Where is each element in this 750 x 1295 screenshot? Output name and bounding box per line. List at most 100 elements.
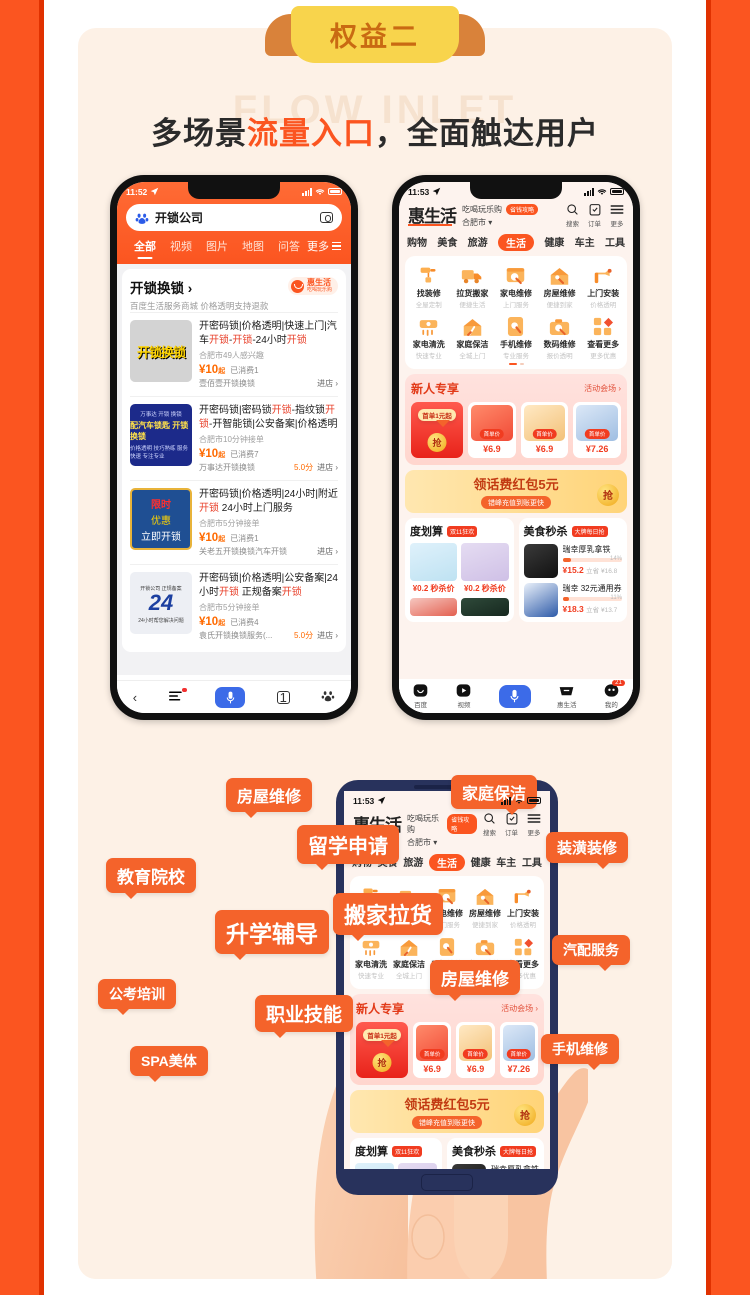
voice-mic-icon[interactable] [215, 686, 246, 708]
result-item[interactable]: 限时 优惠 立即开锁 开密码锁|价格透明|24小时|附近开锁 24小时上门服务 … [130, 480, 338, 564]
search-results-body[interactable]: 开锁换锁 › 百度生活服务商城 价格透明支持退款 惠生活 吃喝玩乐购 开锁换锁 … [117, 264, 351, 675]
tab-qa[interactable]: 问答 [271, 238, 307, 259]
city-selector[interactable]: 合肥市 ▾ [462, 217, 560, 228]
redpacket-banner[interactable]: 领话费红包5元 错峰充值到账更快 抢 [405, 470, 627, 513]
result-item[interactable]: 开锁换锁 开密码锁|价格透明|快速上门|汽车开锁-开锁-24小时开锁 合肥市49… [130, 312, 338, 396]
tab-more[interactable]: 更多 [307, 238, 341, 259]
tag-spa-beauty[interactable]: SPA美体 [130, 1046, 208, 1082]
more-action[interactable]: 更多 [527, 811, 541, 837]
cat-shopping[interactable]: 购物 [407, 234, 427, 251]
menu-icon[interactable] [168, 687, 187, 705]
grid-item-appliance-clean[interactable]: 家电清洗 快速专业 [407, 313, 451, 360]
deal-item[interactable] [355, 1163, 394, 1169]
enter-shop-link[interactable]: 进店 › [317, 630, 338, 641]
flash-image [523, 544, 558, 578]
tab-image[interactable]: 图片 [199, 238, 235, 259]
deal-item[interactable]: ¥0.2 秒杀价 [410, 543, 458, 594]
tag-auto-parts-service[interactable]: 汽配服务 [552, 935, 630, 971]
grid-item-home-clean[interactable]: 家庭保洁 全城上门 [451, 313, 495, 360]
cat-tools[interactable]: 工具 [605, 234, 625, 251]
back-icon[interactable]: ‹ [133, 690, 137, 705]
grid-item-phone-repair[interactable]: 手机维修 专业服务 [494, 313, 538, 360]
enter-shop-link[interactable]: 进店 › [317, 462, 338, 473]
tab-all[interactable]: 全部 [127, 238, 163, 259]
search-action[interactable]: 搜索 [566, 202, 579, 228]
cat-travel[interactable]: 旅游 [403, 854, 423, 871]
grid-item-home-clean[interactable]: 家庭保洁 全城上门 [390, 933, 428, 980]
flash-item[interactable]: 瑞幸 32元通用券 11% ¥18.3 立省 ¥13.7 [523, 583, 622, 617]
newcomer-more-link[interactable]: 活动会场 › [501, 1003, 538, 1014]
grid-item-moving[interactable]: 拉货搬家 便捷生活 [451, 262, 495, 309]
cat-health[interactable]: 健康 [471, 854, 491, 871]
grab-button[interactable]: 抢 [372, 1053, 392, 1072]
cat-car[interactable]: 车主 [575, 234, 595, 251]
redpacket-banner[interactable]: 领话费红包5元 错峰充值到账更快 抢 [350, 1090, 544, 1133]
newcomer-product-card[interactable]: 首单价 ¥6.9 [468, 402, 516, 458]
tag-moving-hauling[interactable]: 搬家拉货 [333, 893, 444, 941]
tab-map[interactable]: 地图 [235, 238, 271, 259]
deal-item[interactable] [398, 1163, 437, 1169]
tag-renovation[interactable]: 装潢装修 [546, 832, 629, 869]
cat-health[interactable]: 健康 [544, 234, 564, 251]
savings-pill[interactable]: 省钱攻略 [506, 204, 539, 215]
flash-item[interactable]: 瑞幸厚乳拿铁 [452, 1164, 539, 1169]
deal-item[interactable]: ¥0.2 秒杀价 [461, 543, 509, 594]
tag-phone-repair[interactable]: 手机维修 [541, 1034, 619, 1070]
more-action[interactable]: 更多 [610, 202, 624, 228]
voice-mic-icon[interactable] [498, 684, 531, 708]
newcomer-product-card[interactable]: 首单价 ¥6.9 [413, 1022, 452, 1078]
grid-item-digital-repair[interactable]: 数码维修 报价透明 [538, 313, 582, 360]
tab-huishenghuo[interactable]: 惠生活 [557, 683, 577, 709]
tag-civil-exam-training[interactable]: 公考培训 [98, 979, 176, 1015]
tabs-count-icon[interactable]: 1 [276, 690, 290, 705]
result-item[interactable]: 开锁公司 正规备案 24 24小时帮您解决问题 开密码锁|价格透明|公安备案|2… [130, 564, 338, 648]
tag-house-repair-right[interactable]: 房屋维修 [430, 960, 520, 1001]
flash-item[interactable]: 瑞幸厚乳拿铁 14% ¥15.2 立省 ¥16.8 [523, 544, 622, 578]
newcomer-coupon-card[interactable]: 首单1元起 抢 [356, 1022, 408, 1078]
newcomer-product-card[interactable]: 首单价 ¥6.9 [520, 402, 569, 458]
grid-item-install[interactable]: 上门安装 价格透明 [504, 882, 542, 929]
grid-item-decoration[interactable]: 找装修 全屋定制 [407, 262, 451, 309]
tag-house-repair-left[interactable]: 房屋维修 [226, 778, 313, 818]
deal-item[interactable] [410, 598, 458, 616]
camera-icon[interactable] [320, 212, 333, 223]
search-action[interactable]: 搜索 [483, 811, 496, 837]
grid-item-house-repair[interactable]: 房屋维修 便捷到家 [538, 262, 582, 309]
tab-video[interactable]: 视频 [163, 238, 199, 259]
grid-item-view-more[interactable]: 查看更多 更多优惠 [581, 313, 625, 360]
cat-life[interactable]: 生活 [428, 854, 465, 871]
grab-button[interactable]: 抢 [427, 433, 447, 452]
grid-item-appliance-repair[interactable]: 家电维修 上门服务 [494, 262, 538, 309]
tag-education-school[interactable]: 教育院校 [106, 858, 196, 899]
tab-video[interactable]: 视频 [455, 683, 472, 709]
grid-item-install[interactable]: 上门安装 价格透明 [581, 262, 625, 309]
card-title[interactable]: 开锁换锁 › [130, 277, 268, 297]
newcomer-coupon-card[interactable]: 首单1元起 抢 [411, 402, 463, 458]
redpacket-grab-button[interactable]: 抢 [514, 1103, 536, 1126]
city-selector[interactable]: 合肥市 ▾ [407, 837, 477, 848]
cat-travel[interactable]: 旅游 [468, 234, 488, 251]
savings-pill[interactable]: 省钱攻略 [447, 814, 477, 834]
baidu-paw-icon[interactable] [321, 689, 335, 706]
tab-profile[interactable]: 我的 21 [603, 680, 625, 709]
tag-tutoring[interactable]: 升学辅导 [215, 910, 329, 960]
newcomer-more-link[interactable]: 活动会场 › [584, 383, 621, 394]
enter-shop-link[interactable]: 进店 › [317, 378, 338, 389]
search-input[interactable]: 开锁公司 [126, 204, 342, 231]
grid-item-house-repair[interactable]: 房屋维修 便捷到家 [466, 882, 504, 929]
newcomer-product-card[interactable]: 首单价 ¥7.26 [573, 402, 622, 458]
tab-baidu[interactable]: 百度 [412, 683, 429, 709]
tag-vocational-skills[interactable]: 职业技能 [255, 995, 354, 1038]
tag-study-abroad[interactable]: 留学申请 [297, 825, 399, 870]
enter-shop-link[interactable]: 进店 › [317, 546, 338, 557]
cat-car[interactable]: 车主 [496, 854, 516, 871]
cat-food[interactable]: 美食 [437, 234, 457, 251]
newcomer-product-card[interactable]: 首单价 ¥6.9 [456, 1022, 495, 1078]
result-item[interactable]: 万事达 开锁 换锁 配汽车锁匙 开锁 换锁 价格透明 技巧熟练 服务快速 专注专… [130, 396, 338, 480]
orders-action[interactable]: 订单 [588, 202, 601, 228]
deal-item[interactable] [461, 598, 509, 616]
redpacket-grab-button[interactable]: 抢 [597, 483, 619, 506]
cat-tools[interactable]: 工具 [522, 854, 542, 871]
cat-life[interactable]: 生活 [497, 234, 534, 251]
newcomer-product-card[interactable]: 首单价 ¥7.26 [499, 1022, 538, 1078]
